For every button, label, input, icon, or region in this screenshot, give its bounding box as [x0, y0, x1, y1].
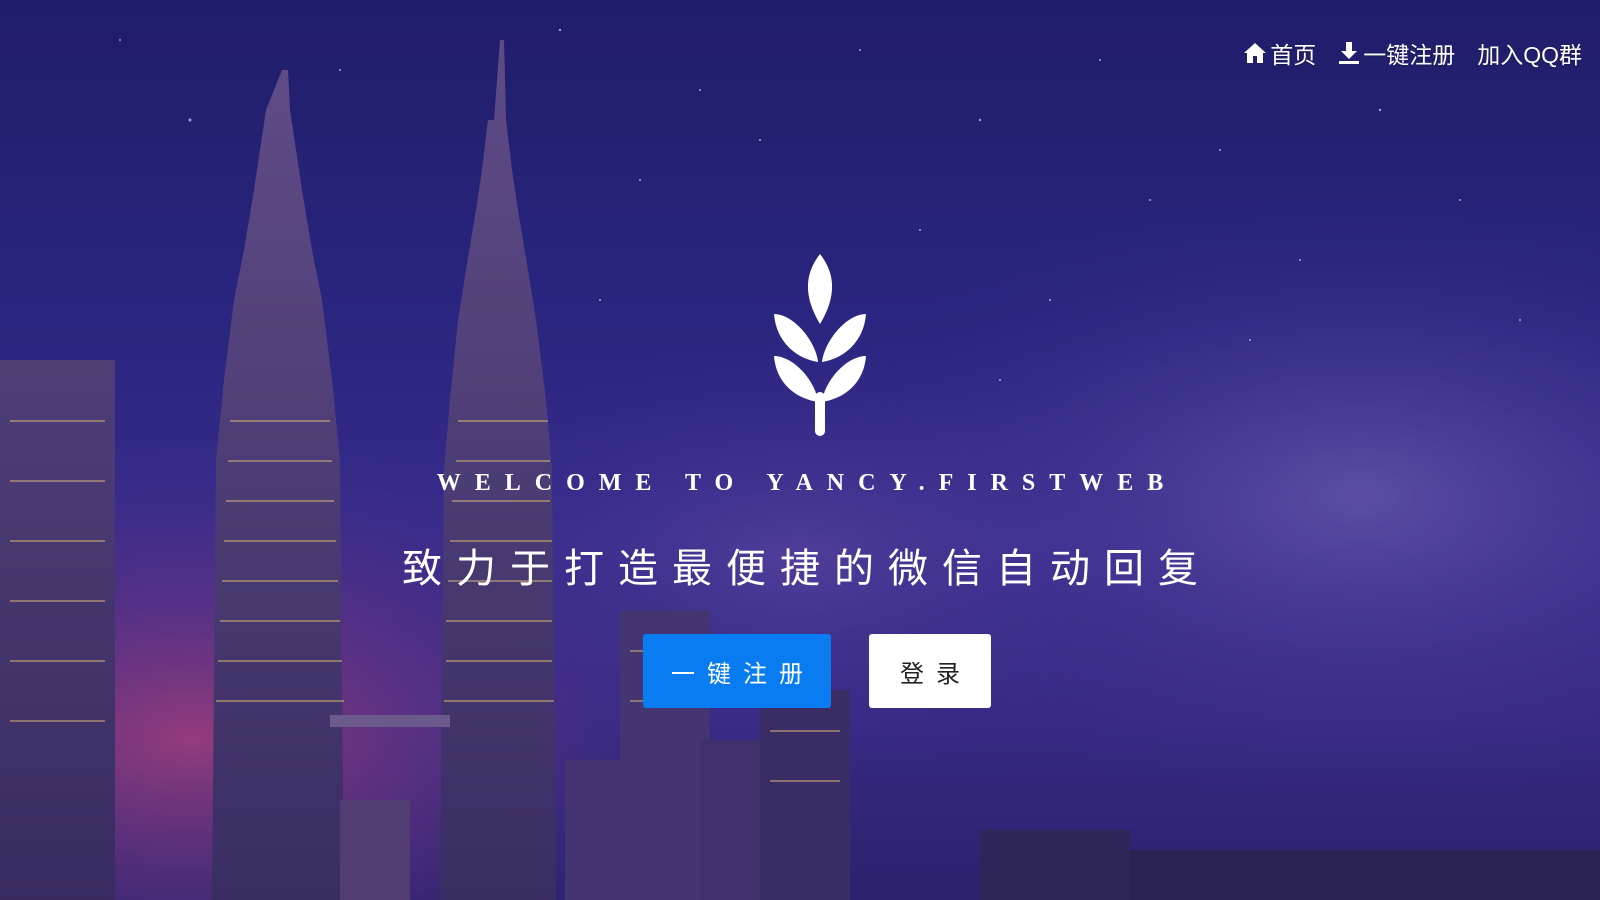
welcome-heading: WELCOME TO YANCY.FIRSTWEB: [436, 470, 1178, 496]
nav-register-label: 一键注册: [1363, 42, 1456, 68]
home-icon: [1244, 43, 1267, 63]
nav-qq-group-label: 加入QQ群: [1477, 42, 1582, 68]
wheat-leaf-icon: [774, 254, 866, 436]
login-button[interactable]: 登录: [869, 634, 991, 708]
slogan-text: 致力于打造最便捷的微信自动回复: [402, 546, 1212, 592]
top-nav: 首页 一键注册 加入QQ群: [1221, 36, 1582, 70]
nav-qq-group-link[interactable]: 加入QQ群: [1477, 36, 1582, 70]
download-icon: [1339, 42, 1360, 64]
nav-home-link[interactable]: 首页: [1243, 36, 1316, 70]
nav-register-link[interactable]: 一键注册: [1338, 36, 1455, 70]
city-night-background: [0, 0, 1600, 900]
register-button[interactable]: 一键注册: [643, 634, 831, 708]
landing-page: 首页 一键注册 加入QQ群 WELCOME TO YANCY.FIRSTWEB …: [0, 0, 1600, 900]
nav-home-label: 首页: [1270, 42, 1317, 68]
